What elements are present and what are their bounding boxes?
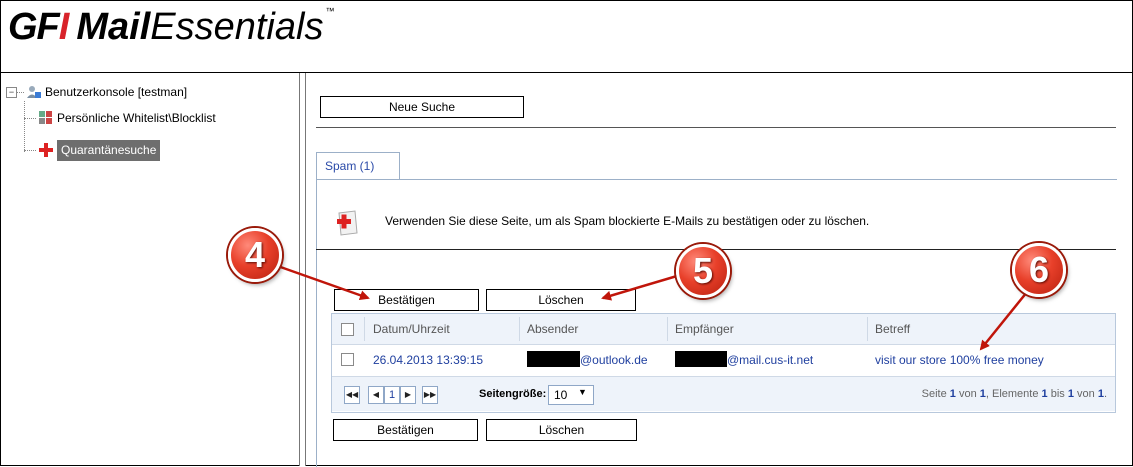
column-header-recipient[interactable]: Empfänger: [675, 322, 734, 336]
chevron-down-icon: ▼: [578, 387, 587, 397]
tree-item-whitelist-blocklist[interactable]: Persönliche Whitelist\Blocklist: [24, 108, 216, 128]
prev-page-button[interactable]: ◀: [368, 386, 384, 404]
pager-summary: Seite 1 von 1, Elemente 1 bis 1 von 1.: [921, 388, 1107, 400]
collapse-icon[interactable]: −: [6, 86, 17, 98]
quarantine-info-icon: [333, 207, 361, 237]
grid-header: Datum/Uhrzeit Absender Empfänger Betreff: [332, 314, 1115, 345]
column-header-date[interactable]: Datum/Uhrzeit: [373, 322, 450, 336]
confirm-button-bottom[interactable]: Bestätigen: [333, 419, 478, 441]
header-divider: [0, 72, 1133, 73]
tree-root-label: Benutzerkonsole [testman]: [45, 85, 188, 99]
column-header-subject[interactable]: Betreff: [875, 322, 910, 336]
gfi-mailessentials-logo: GFI MailEssentials ™: [8, 6, 335, 48]
pane-splitter[interactable]: [299, 73, 306, 466]
row-checkbox[interactable]: [341, 353, 354, 366]
quarantine-icon: [38, 142, 54, 158]
next-page-button[interactable]: ▶: [400, 386, 416, 404]
row-date[interactable]: 26.04.2013 13:39:15: [373, 353, 483, 367]
delete-button-bottom[interactable]: Löschen: [486, 419, 637, 441]
confirm-button-top[interactable]: Bestätigen: [334, 289, 479, 311]
grid-pager: ◀◀ ◀ 1 ▶ ▶▶ Seitengröße: 10 ▼ Seite 1 vo…: [332, 376, 1115, 411]
row-sender[interactable]: @outlook.de: [580, 353, 648, 367]
table-row[interactable]: 26.04.2013 13:39:15 @outlook.de @mail.cu…: [332, 345, 1115, 373]
page-size-select[interactable]: 10 ▼: [548, 385, 594, 405]
user-console-icon: [26, 84, 42, 100]
quarantine-grid: Datum/Uhrzeit Absender Empfänger Betreff…: [331, 313, 1116, 413]
new-search-button[interactable]: Neue Suche: [320, 96, 524, 118]
tree-root[interactable]: − Benutzerkonsole [testman]: [6, 82, 187, 102]
callout-badge-6: 6: [1012, 243, 1066, 297]
page-size-label: Seitengröße:: [479, 388, 547, 400]
tree-item-quarantine-search[interactable]: Quarantänesuche: [24, 139, 161, 161]
redaction-bar: [675, 351, 727, 367]
callout-badge-4: 4: [228, 228, 282, 282]
column-header-sender[interactable]: Absender: [527, 322, 578, 336]
page-number-button[interactable]: 1: [384, 386, 400, 404]
first-page-button[interactable]: ◀◀: [344, 386, 360, 404]
callout-badge-5: 5: [676, 244, 730, 298]
tree-item-label: Persönliche Whitelist\Blocklist: [57, 111, 216, 125]
delete-button-top[interactable]: Löschen: [486, 289, 636, 311]
info-text: Verwenden Sie diese Seite, um als Spam b…: [385, 214, 870, 228]
whitelist-blocklist-icon: [38, 110, 54, 126]
last-page-button[interactable]: ▶▶: [422, 386, 438, 404]
redaction-bar: [527, 351, 580, 367]
select-all-checkbox[interactable]: [341, 323, 354, 336]
tab-spam[interactable]: Spam (1): [316, 152, 400, 180]
divider: [316, 127, 1116, 128]
row-recipient[interactable]: @mail.cus-it.net: [727, 353, 813, 367]
row-subject[interactable]: visit our store 100% free money: [875, 353, 1044, 367]
tree-item-label-selected: Quarantänesuche: [57, 139, 161, 161]
